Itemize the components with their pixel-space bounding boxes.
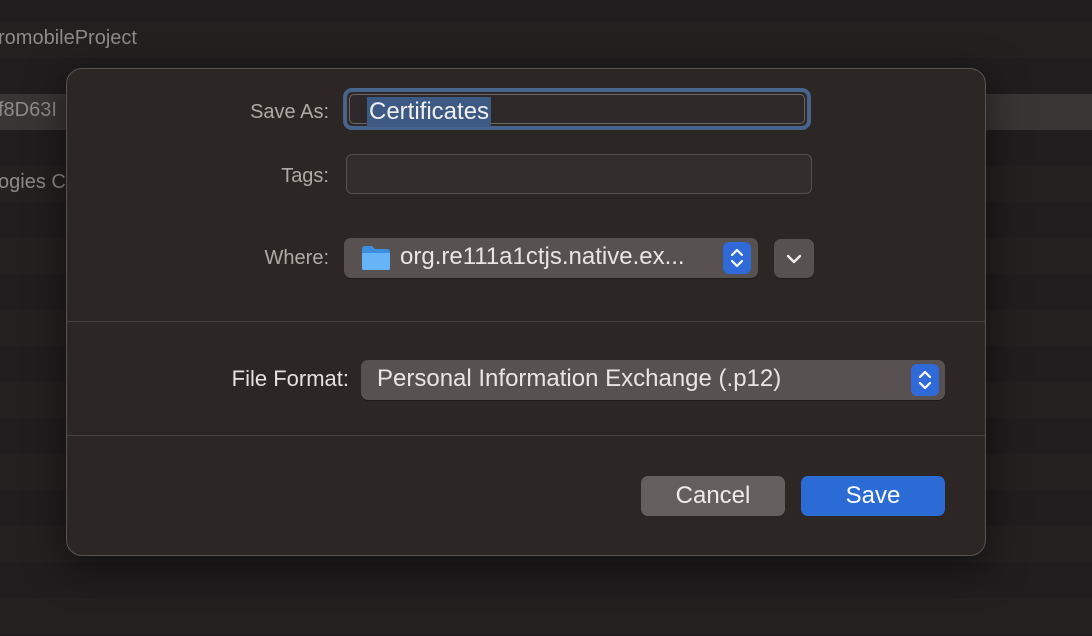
chevron-down-icon: [786, 254, 802, 264]
where-value: org.re111a1ctjs.native.ex...: [400, 243, 685, 270]
tags-label: Tags:: [281, 165, 329, 187]
save-button[interactable]: Save: [801, 476, 945, 516]
project-name-text: romobileProject: [0, 27, 137, 49]
file-format-value: Personal Information Exchange (.p12): [377, 365, 782, 392]
divider: [67, 435, 985, 436]
file-format-popup-button[interactable]: Personal Information Exchange (.p12): [361, 360, 945, 400]
cancel-button[interactable]: Cancel: [641, 476, 785, 516]
row-fragment-text: ogies C: [0, 171, 66, 193]
file-format-label: File Format:: [231, 366, 349, 391]
where-popup-button[interactable]: org.re111a1ctjs.native.ex...: [344, 238, 758, 278]
save-as-label: Save As:: [250, 101, 329, 123]
folder-icon: [362, 246, 390, 270]
expand-button[interactable]: [774, 239, 814, 278]
row-fragment-text: f8D63I: [0, 99, 57, 121]
where-label: Where:: [264, 247, 329, 269]
tags-field[interactable]: [346, 154, 812, 194]
stepper-icon: [723, 242, 751, 274]
divider: [67, 321, 985, 322]
list-row: [0, 22, 1092, 58]
save-dialog: Save As: Certificates Tags: Where: org.r…: [66, 68, 986, 556]
stepper-icon: [911, 364, 939, 396]
list-row: [0, 598, 1092, 634]
save-as-selected-text[interactable]: Certificates: [367, 97, 492, 127]
save-as-field[interactable]: Certificates: [343, 88, 811, 130]
